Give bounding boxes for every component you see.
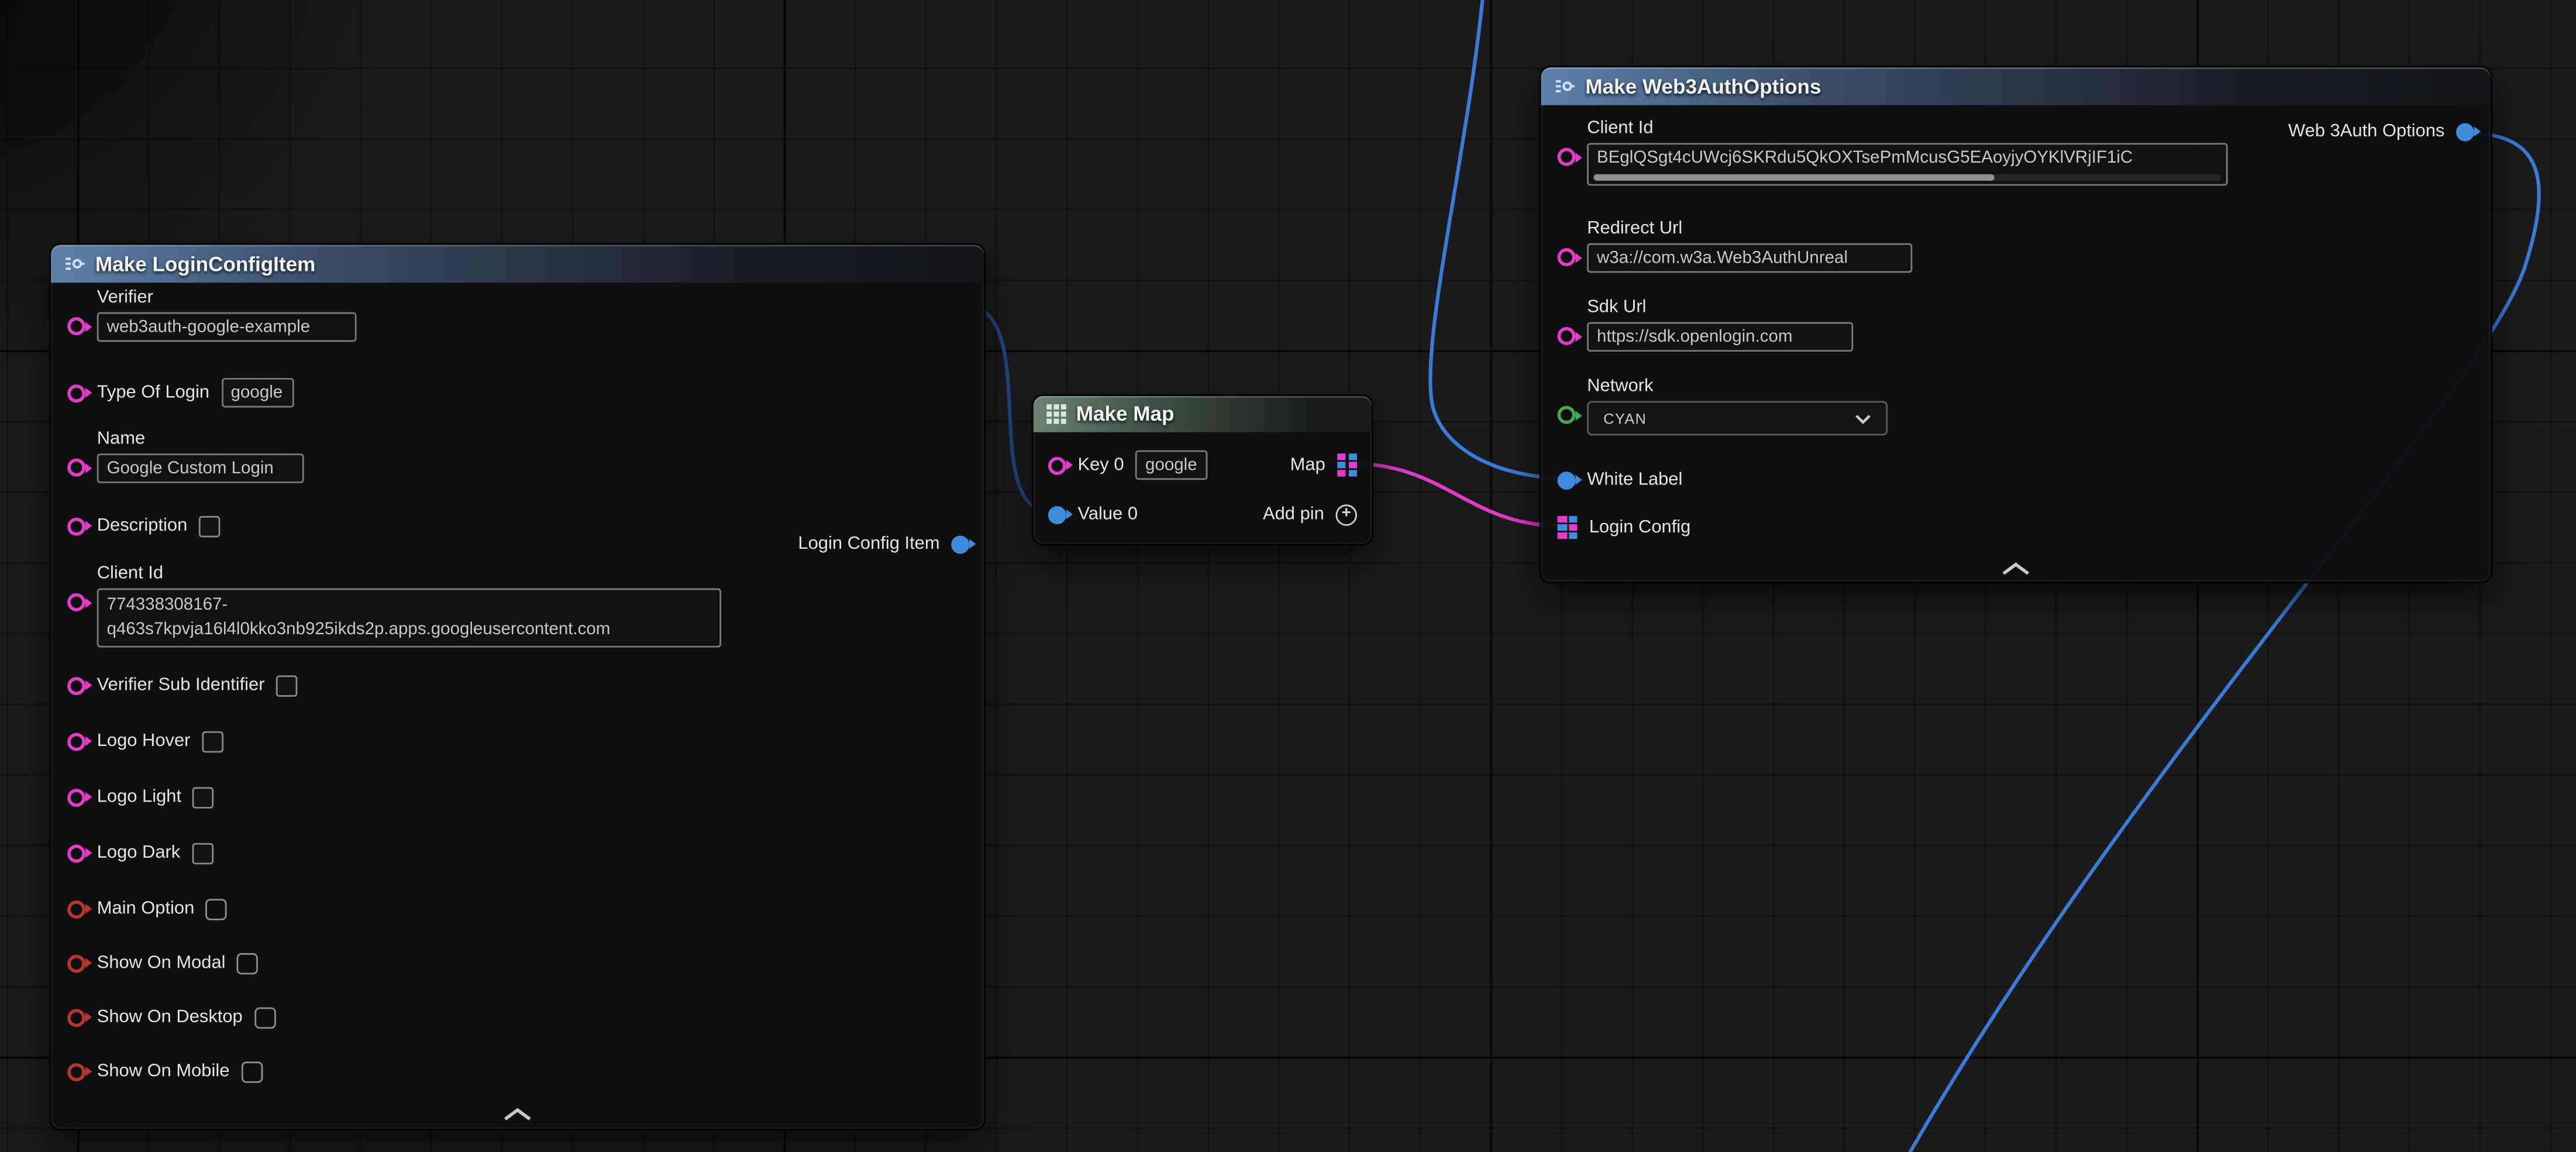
node-header-make-map[interactable]: Make Map: [1034, 396, 1372, 432]
collapse-node-button[interactable]: [2002, 554, 2030, 570]
login-config-label: Login Config: [1589, 518, 1691, 538]
client-id-pin[interactable]: [1558, 148, 1576, 166]
show-on-desktop-label: Show On Desktop: [97, 1007, 243, 1027]
description-pin[interactable]: [67, 517, 85, 535]
verifier-label: Verifier: [97, 288, 357, 308]
description-input[interactable]: [199, 515, 221, 537]
network-label: Network: [1587, 376, 1888, 396]
show-on-modal-pin[interactable]: [67, 954, 85, 972]
add-pin-icon[interactable]: [1335, 504, 1357, 525]
show-on-modal-checkbox[interactable]: [237, 952, 259, 974]
chevron-up-icon: [2002, 562, 2030, 575]
node-title: Make Map: [1076, 403, 1175, 425]
web3auth-options-output-pin[interactable]: [2456, 122, 2474, 140]
white-label-pin[interactable]: [1558, 471, 1576, 489]
show-on-mobile-pin[interactable]: [67, 1062, 85, 1081]
make-struct-icon: [1554, 75, 1576, 97]
value0-pin[interactable]: [1048, 505, 1066, 524]
sdk-url-pin[interactable]: [1558, 327, 1576, 345]
network-selected-value: CYAN: [1603, 410, 1647, 427]
name-label: Name: [97, 429, 304, 449]
node-make-map[interactable]: Make Map Key 0 google Map Value 0 Add pi…: [1032, 394, 1373, 545]
sdk-url-label: Sdk Url: [1587, 297, 1853, 317]
logo-hover-input[interactable]: [202, 730, 223, 752]
client-id-hscrollbar[interactable]: [1593, 174, 2221, 181]
main-option-label: Main Option: [97, 899, 195, 919]
verifier-sub-identifier-input[interactable]: [276, 675, 298, 696]
wire-white-label[interactable]: [1430, 0, 1557, 478]
logo-dark-pin[interactable]: [67, 844, 85, 862]
blueprint-graph-canvas[interactable]: Make LoginConfigItem Login Config Item V…: [0, 0, 2576, 1151]
node-header-make-loginconfigitem[interactable]: Make LoginConfigItem: [51, 245, 984, 283]
main-option-checkbox[interactable]: [206, 898, 228, 920]
chevron-up-icon: [504, 1108, 532, 1120]
redirect-url-input[interactable]: w3a://com.w3a.Web3AuthUnreal: [1587, 243, 1912, 273]
show-on-desktop-checkbox[interactable]: [254, 1006, 275, 1028]
map-output-label: Map: [1290, 455, 1325, 475]
logo-light-label: Logo Light: [97, 787, 181, 807]
client-id-label: Client Id: [1587, 118, 2227, 138]
chevron-down-icon: [1855, 413, 1871, 423]
white-label-label: White Label: [1587, 470, 1682, 490]
verifier-sub-identifier-label: Verifier Sub Identifier: [97, 675, 265, 695]
client-id-text: BEglQSgt4cUWcj6SKRdu5QkOXTsePmMcusG5EAoy…: [1597, 148, 2133, 168]
verifier-sub-identifier-pin[interactable]: [67, 676, 85, 694]
type-of-login-label: Type Of Login: [97, 383, 209, 403]
map-output-pin[interactable]: [1337, 454, 1357, 476]
redirect-url-label: Redirect Url: [1587, 219, 1912, 239]
client-id-input[interactable]: 774338308167-q463s7kpvja16l4l0kko3nb925i…: [97, 589, 721, 648]
client-id-pin[interactable]: [67, 593, 85, 611]
name-pin[interactable]: [67, 459, 85, 477]
node-title: Make Web3AuthOptions: [1585, 75, 1821, 98]
logo-dark-input[interactable]: [192, 842, 213, 864]
collapse-node-button[interactable]: [504, 1099, 532, 1116]
output-pin-label: Login Config Item: [798, 534, 939, 554]
logo-dark-label: Logo Dark: [97, 843, 181, 863]
login-config-item-output-pin[interactable]: [951, 535, 969, 553]
sdk-url-input[interactable]: https://sdk.openlogin.com: [1587, 322, 1853, 352]
client-id-input[interactable]: BEglQSgt4cUWcj6SKRdu5QkOXTsePmMcusG5EAoy…: [1587, 143, 2227, 185]
verifier-input[interactable]: web3auth-google-example: [97, 312, 357, 342]
map-container-icon: [1046, 404, 1066, 424]
key0-label: Key 0: [1078, 455, 1124, 475]
value0-label: Value 0: [1078, 504, 1138, 524]
logo-hover-label: Logo Hover: [97, 731, 191, 751]
network-pin[interactable]: [1558, 406, 1576, 424]
make-struct-icon: [64, 253, 86, 275]
logo-light-input[interactable]: [193, 786, 215, 808]
key0-input[interactable]: google: [1135, 451, 1208, 480]
show-on-mobile-label: Show On Mobile: [97, 1061, 230, 1081]
wire-map-to-login-config[interactable]: [1351, 463, 1561, 526]
type-of-login-input[interactable]: google: [221, 378, 294, 408]
client-id-hscrollbar-thumb[interactable]: [1593, 174, 1995, 181]
node-make-loginconfigitem[interactable]: Make LoginConfigItem Login Config Item V…: [49, 243, 986, 1131]
show-on-desktop-pin[interactable]: [67, 1008, 85, 1026]
main-option-pin[interactable]: [67, 900, 85, 918]
type-of-login-pin[interactable]: [67, 384, 85, 402]
output-pin-label: Web 3Auth Options: [2288, 122, 2444, 142]
key0-pin[interactable]: [1048, 456, 1066, 474]
logo-light-pin[interactable]: [67, 788, 85, 806]
description-label: Description: [97, 516, 188, 536]
verifier-pin[interactable]: [67, 317, 85, 335]
show-on-modal-label: Show On Modal: [97, 953, 226, 973]
logo-hover-pin[interactable]: [67, 732, 85, 750]
node-header-make-web3authoptions[interactable]: Make Web3AuthOptions: [1541, 67, 2491, 105]
node-title: Make LoginConfigItem: [95, 252, 315, 275]
show-on-mobile-checkbox[interactable]: [241, 1061, 263, 1082]
name-input[interactable]: Google Custom Login: [97, 453, 304, 483]
redirect-url-pin[interactable]: [1558, 248, 1576, 266]
network-dropdown[interactable]: CYAN: [1587, 401, 1888, 435]
node-make-web3authoptions[interactable]: Make Web3AuthOptions Web 3Auth Options C…: [1540, 66, 2492, 583]
client-id-label: Client Id: [97, 563, 721, 583]
add-pin-label: Add pin: [1263, 504, 1324, 524]
login-config-pin[interactable]: [1558, 517, 1578, 539]
